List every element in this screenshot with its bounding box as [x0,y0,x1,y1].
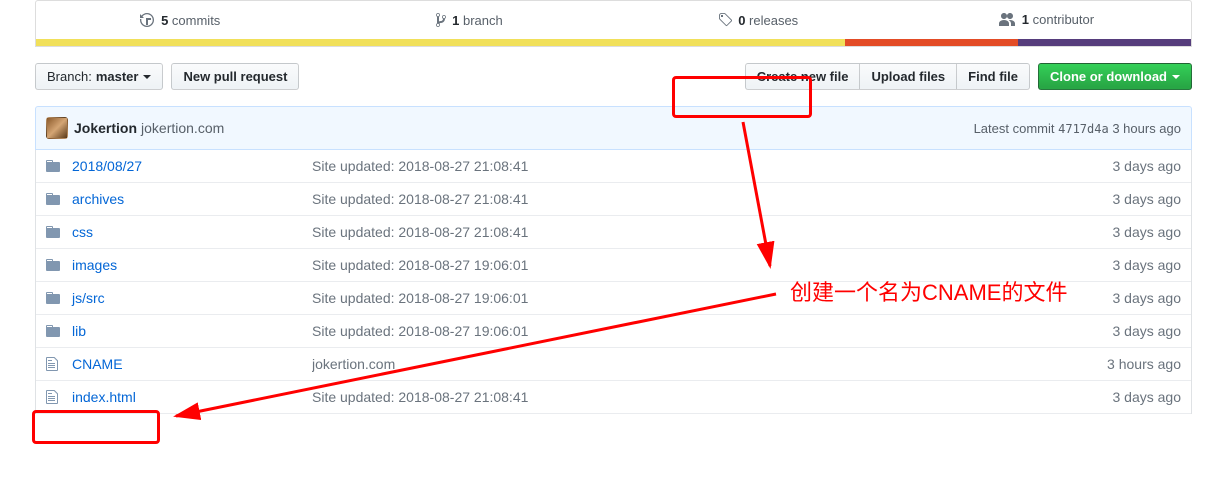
file-row: archives Site updated: 2018-08-27 21:08:4… [36,183,1191,216]
file-link[interactable]: js [72,290,82,306]
stats-branches[interactable]: 1 branch [325,1,614,39]
file-commit-message[interactable]: Site updated: 2018-08-27 19:06:01 [312,257,1103,273]
language-bar[interactable] [35,39,1192,47]
commits-label: commits [172,13,220,28]
stats-contributors[interactable]: 1 contributor [902,1,1191,39]
folder-icon [46,191,62,207]
file-row: lib Site updated: 2018-08-27 19:06:013 da… [36,315,1191,348]
tag-icon [718,12,732,28]
latest-commit-label: Latest commit [974,121,1055,136]
file-name: css [72,224,312,240]
branch-label: branch [463,13,503,28]
file-action-group: Create new file Upload files Find file [745,63,1030,90]
file-commit-message[interactable]: Site updated: 2018-08-27 19:06:01 [312,290,1103,306]
file-row: js/srcSite updated: 2018-08-27 19:06:013… [36,282,1191,315]
file-link[interactable]: 27 [127,158,143,174]
folder-icon [46,290,62,306]
find-file-button[interactable]: Find file [956,63,1030,90]
commit-sha[interactable]: 4717d4a [1058,122,1109,136]
file-commit-message[interactable]: Site updated: 2018-08-27 21:08:41 [312,389,1103,405]
branch-count: 1 [452,13,459,28]
file-row: 2018/08/27Site updated: 2018-08-27 21:08… [36,150,1191,183]
file-row: images Site updated: 2018-08-27 19:06:013… [36,249,1191,282]
lang-seg-1 [36,39,845,46]
file-age: 3 days ago [1103,389,1182,405]
folder-icon [46,224,62,240]
caret-down-icon [1172,75,1180,83]
new-pull-request-button[interactable]: New pull request [171,63,299,90]
repo-stats-bar: 5 commits 1 branch 0 releases 1 contribu… [35,0,1192,39]
upload-files-button[interactable]: Upload files [859,63,957,90]
folder-icon [46,158,62,174]
commits-count: 5 [161,13,168,28]
file-age: 3 days ago [1103,257,1182,273]
latest-commit-bar: Jokertion jokertion.com Latest commit 47… [35,106,1192,150]
file-name: lib [72,323,312,339]
branch-icon [436,12,446,28]
avatar[interactable] [46,117,68,139]
file-name: index.html [72,389,312,405]
file-age: 3 days ago [1103,191,1182,207]
file-name: js/src [72,290,312,306]
file-age: 3 hours ago [1097,356,1181,372]
file-name: 2018/08/27 [72,158,312,174]
file-icon [46,389,62,405]
lang-seg-3 [1018,39,1191,46]
contributors-count: 1 [1022,12,1029,27]
releases-count: 0 [738,13,745,28]
folder-icon [46,323,62,339]
file-commit-message[interactable]: jokertion.com [312,356,1097,372]
branch-select-button[interactable]: Branch: master [35,63,163,90]
file-age: 3 days ago [1103,158,1182,174]
file-link[interactable]: images [72,257,117,273]
branch-select-prefix: Branch: [47,69,92,84]
lang-seg-2 [845,39,1018,46]
file-name: CNAME [72,356,312,372]
releases-label: releases [749,13,798,28]
create-new-file-button[interactable]: Create new file [745,63,861,90]
file-commit-message[interactable]: Site updated: 2018-08-27 21:08:41 [312,224,1103,240]
file-link[interactable]: 08 [107,158,123,174]
file-link[interactable]: 2018 [72,158,103,174]
file-age: 3 days ago [1103,323,1182,339]
file-age: 3 days ago [1103,224,1182,240]
file-row: css Site updated: 2018-08-27 21:08:413 da… [36,216,1191,249]
file-toolbar: Branch: master New pull request Create n… [35,63,1192,90]
file-list: 2018/08/27Site updated: 2018-08-27 21:08… [35,150,1192,414]
file-link[interactable]: lib [72,323,86,339]
file-name: archives [72,191,312,207]
file-icon [46,356,62,372]
file-commit-message[interactable]: Site updated: 2018-08-27 19:06:01 [312,323,1103,339]
file-link[interactable]: index.html [72,389,136,405]
clone-download-button[interactable]: Clone or download [1038,63,1192,90]
history-icon [140,12,154,28]
clone-download-label: Clone or download [1050,69,1167,84]
commit-time: 3 hours ago [1112,121,1181,136]
caret-down-icon [143,75,151,83]
commit-author[interactable]: Jokertion [74,120,137,136]
commit-message[interactable]: jokertion.com [141,120,224,136]
folder-icon [46,257,62,273]
branch-select-value: master [96,69,139,84]
file-commit-message[interactable]: Site updated: 2018-08-27 21:08:41 [312,158,1103,174]
file-link[interactable]: CNAME [72,356,123,372]
file-link[interactable]: archives [72,191,124,207]
people-icon [999,13,1015,27]
contributors-label: contributor [1033,12,1094,27]
file-link[interactable]: src [86,290,105,306]
file-row: CNAME jokertion.com3 hours ago [36,348,1191,381]
file-name: images [72,257,312,273]
stats-commits[interactable]: 5 commits [36,1,325,39]
file-row: index.html Site updated: 2018-08-27 21:08… [36,381,1191,414]
file-age: 3 days ago [1103,290,1182,306]
annotation-box-cname [32,410,160,444]
file-commit-message[interactable]: Site updated: 2018-08-27 21:08:41 [312,191,1103,207]
file-link[interactable]: css [72,224,93,240]
stats-releases[interactable]: 0 releases [614,1,903,39]
